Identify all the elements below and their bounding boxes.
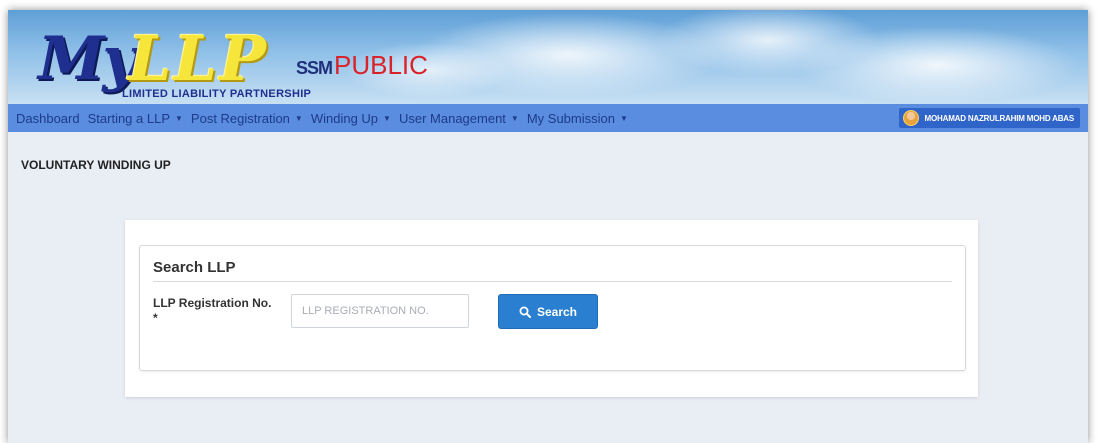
nav-my-submission-label: My Submission — [526, 110, 615, 126]
nav-starting-a-llp[interactable]: Starting a LLP ▼ — [80, 111, 183, 126]
logo-my-text: My — [38, 24, 137, 94]
user-avatar-icon — [902, 110, 919, 126]
main-navbar: Dashboard Starting a LLP ▼ Post Registra… — [8, 104, 1088, 132]
search-icon — [519, 306, 531, 318]
myllp-logo[interactable]: My LLP SSM PUBLIC LIMITED LIABILITY PART… — [32, 18, 452, 102]
page-title: VOLUNTARY WINDING UP — [21, 158, 171, 172]
panel-divider — [153, 281, 952, 282]
nav-post-registration-label: Post Registration — [190, 110, 290, 126]
app-window: My LLP SSM PUBLIC LIMITED LIABILITY PART… — [8, 10, 1088, 443]
nav-user-management-label: User Management — [398, 110, 506, 126]
search-button[interactable]: Search — [498, 294, 598, 329]
caret-down-icon: ▼ — [619, 113, 628, 123]
nav-dashboard-label: Dashboard — [16, 110, 80, 126]
content-card: Search LLP LLP Registration No. * Search — [125, 220, 978, 397]
logo-llp-text: LLP — [128, 22, 268, 95]
caret-down-icon: ▼ — [510, 113, 519, 123]
nav-post-registration[interactable]: Post Registration ▼ — [183, 111, 303, 126]
search-button-label: Search — [536, 304, 578, 319]
nav-starting-a-llp-label: Starting a LLP — [87, 110, 170, 126]
nav-winding-up[interactable]: Winding Up ▼ — [303, 111, 391, 126]
panel-title: Search LLP — [153, 259, 236, 276]
logo-ssm-text: SSM — [296, 58, 333, 78]
nav-dashboard[interactable]: Dashboard — [8, 111, 80, 126]
llp-registration-input[interactable] — [291, 294, 469, 328]
nav-winding-up-label: Winding Up — [310, 110, 379, 126]
nav-user-management[interactable]: User Management ▼ — [391, 111, 519, 126]
caret-down-icon: ▼ — [175, 113, 183, 123]
user-menu-button[interactable]: MOHAMAD NAZRULRAHIM MOHD ABAS — [898, 108, 1080, 128]
header-banner: My LLP SSM PUBLIC LIMITED LIABILITY PART… — [8, 10, 1088, 104]
user-name: MOHAMAD NAZRULRAHIM MOHD ABAS — [924, 113, 1075, 123]
logo-subtitle: LIMITED LIABILITY PARTNERSHIP — [122, 88, 312, 100]
logo-public-text: PUBLIC — [334, 50, 428, 80]
caret-down-icon: ▼ — [294, 113, 303, 123]
nav-my-submission[interactable]: My Submission ▼ — [519, 111, 628, 126]
caret-down-icon: ▼ — [383, 113, 391, 123]
search-llp-panel: Search LLP LLP Registration No. * Search — [139, 245, 966, 371]
llp-registration-label: LLP Registration No. * — [153, 296, 272, 325]
